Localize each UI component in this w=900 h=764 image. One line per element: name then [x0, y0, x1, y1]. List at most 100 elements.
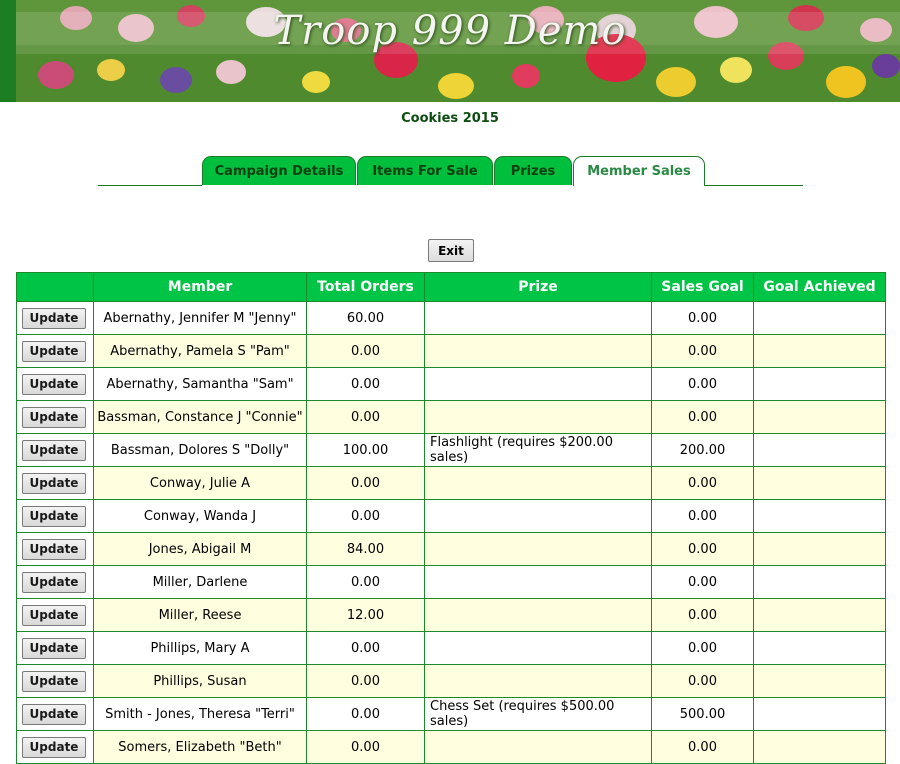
update-button[interactable]: Update [22, 670, 86, 692]
total-orders-cell: 0.00 [306, 400, 425, 434]
exit-button[interactable]: Exit [428, 239, 474, 262]
update-button[interactable]: Update [22, 703, 86, 725]
header-total-orders: Total Orders [306, 272, 425, 302]
goal-achieved-cell [753, 400, 886, 434]
goal-achieved-cell [753, 631, 886, 665]
header-member: Member [93, 272, 307, 302]
update-button[interactable]: Update [22, 340, 86, 362]
total-orders-cell: 0.00 [306, 730, 425, 764]
update-button[interactable]: Update [22, 439, 86, 461]
prize-cell [424, 664, 652, 698]
member-sales-table: Member Total Orders Prize Sales Goal Goa… [16, 272, 886, 764]
update-button[interactable]: Update [22, 505, 86, 527]
campaign-title: Cookies 2015 [401, 111, 499, 126]
member-name-cell: Miller, Darlene [93, 565, 307, 599]
sales-goal-cell: 0.00 [651, 532, 754, 566]
update-button[interactable]: Update [22, 472, 86, 494]
total-orders-cell: 0.00 [306, 466, 425, 500]
total-orders-cell: 0.00 [306, 697, 425, 731]
tab-underline-right [705, 185, 803, 186]
update-button[interactable]: Update [22, 406, 86, 428]
goal-achieved-cell [753, 301, 886, 335]
sales-goal-cell: 0.00 [651, 631, 754, 665]
member-name-cell: Smith - Jones, Theresa "Terri" [93, 697, 307, 731]
member-name-cell: Abernathy, Pamela S "Pam" [93, 334, 307, 368]
table-row: Update Miller, Darlene 0.00 0.00 [16, 565, 886, 599]
total-orders-cell: 0.00 [306, 631, 425, 665]
member-name-cell: Abernathy, Jennifer M "Jenny" [93, 301, 307, 335]
total-orders-cell: 0.00 [306, 334, 425, 368]
table-row: Update Somers, Elizabeth "Beth" 0.00 0.00 [16, 730, 886, 764]
member-name-cell: Somers, Elizabeth "Beth" [93, 730, 307, 764]
table-row: Update Phillips, Mary A 0.00 0.00 [16, 631, 886, 665]
sales-goal-cell: 0.00 [651, 664, 754, 698]
total-orders-cell: 100.00 [306, 433, 425, 467]
tab-member-sales[interactable]: Member Sales [573, 156, 705, 186]
update-button[interactable]: Update [22, 373, 86, 395]
prize-cell [424, 367, 652, 401]
goal-achieved-cell [753, 664, 886, 698]
update-cell: Update [16, 565, 94, 599]
prize-cell [424, 631, 652, 665]
sales-goal-cell: 0.00 [651, 466, 754, 500]
update-cell: Update [16, 433, 94, 467]
update-cell: Update [16, 466, 94, 500]
prize-cell [424, 730, 652, 764]
site-title: Troop 999 Demo [273, 8, 627, 54]
header-update [16, 272, 94, 302]
update-cell: Update [16, 730, 94, 764]
update-button[interactable]: Update [22, 307, 86, 329]
goal-achieved-cell [753, 367, 886, 401]
table-row: Update Conway, Wanda J 0.00 0.00 [16, 499, 886, 533]
prize-cell [424, 301, 652, 335]
update-button[interactable]: Update [22, 538, 86, 560]
total-orders-cell: 0.00 [306, 367, 425, 401]
total-orders-cell: 84.00 [306, 532, 425, 566]
prize-cell: Flashlight (requires $200.00 sales) [424, 433, 652, 467]
update-cell: Update [16, 631, 94, 665]
tab-campaign-details[interactable]: Campaign Details [202, 156, 356, 185]
prize-cell [424, 565, 652, 599]
table-row: Update Miller, Reese 12.00 0.00 [16, 598, 886, 632]
header-prize: Prize [424, 272, 652, 302]
total-orders-cell: 0.00 [306, 664, 425, 698]
member-name-cell: Bassman, Dolores S "Dolly" [93, 433, 307, 467]
member-name-cell: Abernathy, Samantha "Sam" [93, 367, 307, 401]
table-row: Update Bassman, Constance J "Connie" 0.00 0… [16, 400, 886, 434]
update-button[interactable]: Update [22, 637, 86, 659]
update-cell: Update [16, 499, 94, 533]
total-orders-cell: 0.00 [306, 499, 425, 533]
update-cell: Update [16, 367, 94, 401]
update-cell: Update [16, 664, 94, 698]
prize-cell: Chess Set (requires $500.00 sales) [424, 697, 652, 731]
sales-goal-cell: 0.00 [651, 598, 754, 632]
member-name-cell: Conway, Wanda J [93, 499, 307, 533]
prize-cell [424, 532, 652, 566]
update-cell: Update [16, 697, 94, 731]
update-cell: Update [16, 598, 94, 632]
table-row: Update Jones, Abigail M 84.00 0.00 [16, 532, 886, 566]
sales-goal-cell: 0.00 [651, 367, 754, 401]
sales-goal-cell: 0.00 [651, 730, 754, 764]
update-button[interactable]: Update [22, 736, 86, 758]
table-row: Update Smith - Jones, Theresa "Terri" 0.00… [16, 697, 886, 731]
goal-achieved-cell [753, 730, 886, 764]
goal-achieved-cell [753, 334, 886, 368]
update-button[interactable]: Update [22, 604, 86, 626]
goal-achieved-cell [753, 565, 886, 599]
sales-goal-cell: 0.00 [651, 400, 754, 434]
table-row: Update Abernathy, Pamela S "Pam" 0.00 0.00 [16, 334, 886, 368]
total-orders-cell: 12.00 [306, 598, 425, 632]
tab-prizes[interactable]: Prizes [494, 156, 572, 185]
table-header-row: Member Total Orders Prize Sales Goal Goa… [16, 272, 886, 302]
update-button[interactable]: Update [22, 571, 86, 593]
prize-cell [424, 466, 652, 500]
tab-items-for-sale[interactable]: Items For Sale [357, 156, 493, 185]
update-cell: Update [16, 334, 94, 368]
member-name-cell: Miller, Reese [93, 598, 307, 632]
sales-goal-cell: 500.00 [651, 697, 754, 731]
total-orders-cell: 60.00 [306, 301, 425, 335]
member-name-cell: Bassman, Constance J "Connie" [93, 400, 307, 434]
member-name-cell: Phillips, Susan [93, 664, 307, 698]
sales-goal-cell: 200.00 [651, 433, 754, 467]
